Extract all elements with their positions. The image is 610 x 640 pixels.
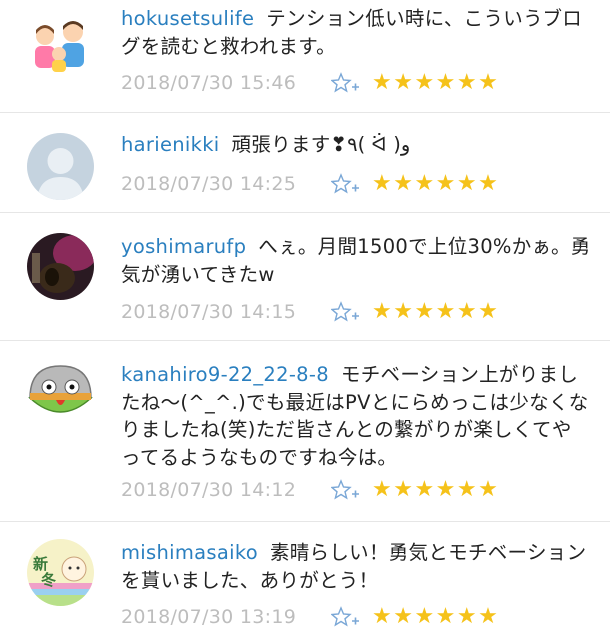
star-rating: ★★★★★★ (372, 604, 500, 629)
comment-text-block: mishimasaiko 素晴らしい！勇気とモチベーションを貰いました、ありがとう… (121, 539, 591, 594)
avatar[interactable] (27, 133, 94, 200)
avatar[interactable] (27, 233, 94, 300)
comment-meta: 2018/07/30 14:12 ★★★★★★ (121, 477, 499, 503)
avatar[interactable] (27, 10, 94, 77)
comment-text-block: hokusetsulife テンション低い時に、こういうブログを読むと救われます。 (121, 5, 591, 60)
comment-item: yoshimarufp へぇ。月間1500で上位30%かぁ。勇気が湧いてきたw 2… (0, 213, 610, 339)
comment-text-block: harienikki 頑張ります❣٩( ᐛ )و (121, 131, 591, 159)
comment-meta: 2018/07/30 15:46 ★★★★★★ (121, 70, 499, 96)
comment-date: 2018/07/30 14:15 (121, 301, 297, 323)
comment-meta: 2018/07/30 13:19 ★★★★★★ (121, 604, 499, 630)
username-link[interactable]: yoshimarufp (121, 235, 246, 258)
username-link[interactable]: mishimasaiko (121, 541, 258, 564)
add-star-icon[interactable] (331, 70, 365, 96)
new-winter-avatar-image: 新 冬 (27, 539, 94, 606)
username-link[interactable]: hokusetsulife (121, 7, 254, 30)
comment-item: kanahiro9-22_22-8-8 モチベーション上がりましたね〜(^_^.)… (0, 341, 610, 520)
round-character-image (27, 360, 94, 427)
comment-item: hokusetsulife テンション低い時に、こういうブログを読むと救われます。… (0, 0, 610, 112)
comment-item: 新 冬 mishimasaiko 素晴らしい！勇気とモチベーションを貰いました、あ… (0, 522, 610, 640)
add-star-icon[interactable] (331, 299, 365, 325)
avatar[interactable]: 新 冬 (27, 539, 94, 606)
comment-item: harienikki 頑張ります❣٩( ᐛ )و 2018/07/30 14:25… (0, 113, 610, 211)
comment-meta: 2018/07/30 14:25 ★★★★★★ (121, 171, 499, 197)
username-link[interactable]: kanahiro9-22_22-8-8 (121, 363, 329, 386)
star-rating: ★★★★★★ (372, 70, 500, 95)
comment-date: 2018/07/30 13:19 (121, 606, 297, 628)
family-avatar-image (27, 10, 94, 77)
comment-date: 2018/07/30 14:25 (121, 173, 297, 195)
comment-text-block: kanahiro9-22_22-8-8 モチベーション上がりましたね〜(^_^.)… (121, 361, 591, 471)
username-link[interactable]: harienikki (121, 133, 220, 156)
comment-date: 2018/07/30 14:12 (121, 479, 297, 501)
star-rating: ★★★★★★ (372, 299, 500, 324)
comment-date: 2018/07/30 15:46 (121, 72, 297, 94)
add-star-icon[interactable] (331, 171, 365, 197)
default-user-icon (27, 133, 94, 200)
star-rating: ★★★★★★ (372, 171, 500, 196)
guitar-photo-image (27, 233, 94, 300)
svg-text:冬: 冬 (41, 571, 56, 589)
comment-meta: 2018/07/30 14:15 ★★★★★★ (121, 299, 499, 325)
add-star-icon[interactable] (331, 477, 365, 503)
comment-body: 頑張ります❣٩( ᐛ )و (231, 133, 411, 156)
add-star-icon[interactable] (331, 604, 365, 630)
comment-text-block: yoshimarufp へぇ。月間1500で上位30%かぁ。勇気が湧いてきたw (121, 233, 591, 288)
avatar[interactable] (27, 360, 94, 427)
star-rating: ★★★★★★ (372, 477, 500, 502)
